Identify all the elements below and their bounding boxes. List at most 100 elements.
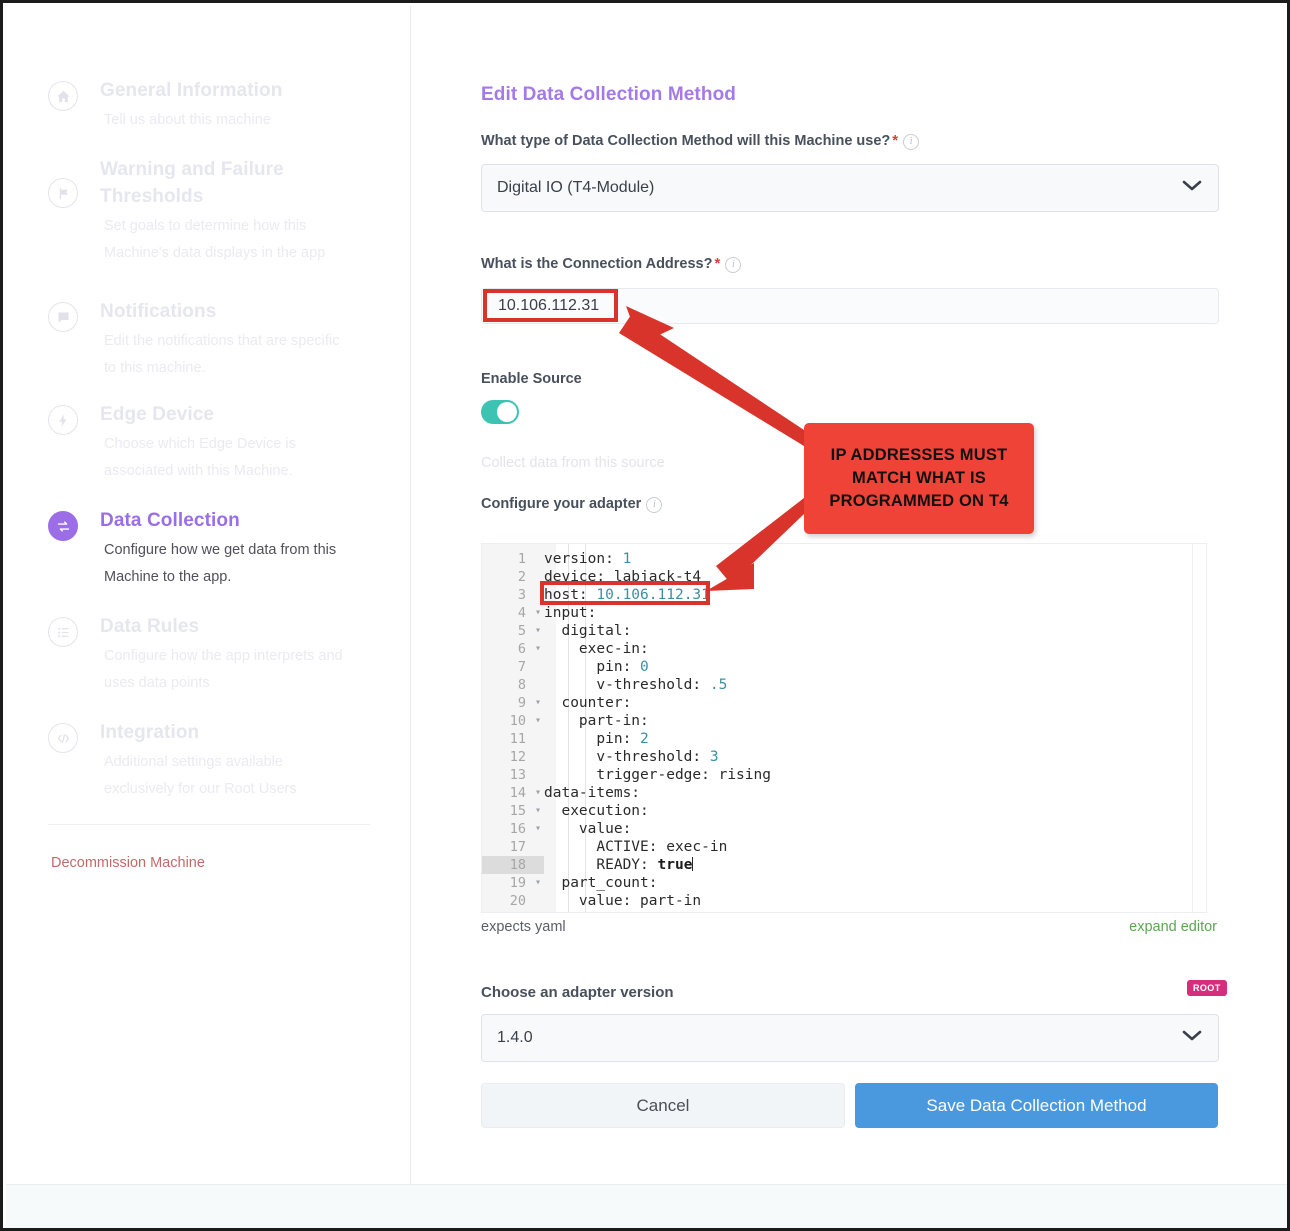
- editor-line-number: 11: [509, 731, 526, 747]
- editor-line-text: trigger-edge: rising: [544, 767, 771, 783]
- editor-line-number: 18: [509, 857, 526, 873]
- editor-line[interactable]: 8 v-threshold: .5: [482, 676, 1206, 694]
- editor-line-text: exec-in:: [544, 641, 649, 657]
- editor-line-number: 19: [509, 875, 526, 891]
- data-collection-method-select[interactable]: Digital IO (T4-Module): [481, 164, 1219, 212]
- editor-line[interactable]: 3 host: 10.106.112.31: [482, 586, 1206, 604]
- fold-triangle-icon[interactable]: ▾: [532, 604, 544, 622]
- save-data-collection-method-button[interactable]: Save Data Collection Method: [855, 1083, 1218, 1128]
- fold-triangle-icon[interactable]: ▾: [532, 694, 544, 712]
- editor-line[interactable]: 18 READY: true: [482, 856, 1206, 874]
- editor-line-number: 17: [509, 839, 526, 855]
- editor-line[interactable]: 13 trigger-edge: rising: [482, 766, 1206, 784]
- address-label-text: What is the Connection Address?: [481, 256, 713, 272]
- editor-line-number: 2: [517, 569, 526, 585]
- decommission-machine-link[interactable]: Decommission Machine: [51, 853, 205, 873]
- fold-triangle-icon[interactable]: ▾: [532, 874, 544, 892]
- editor-line[interactable]: 9 ▾ counter:: [482, 694, 1206, 712]
- required-marker: *: [714, 255, 721, 272]
- editor-line[interactable]: 20 value: part-in: [482, 892, 1206, 910]
- page-title: Edit Data Collection Method: [481, 84, 736, 105]
- method-label-text: What type of Data Collection Method will…: [481, 133, 891, 149]
- expects-yaml-note: expects yaml: [481, 919, 566, 935]
- sidebar-item-desc: Set goals to determine how this Machine'…: [104, 218, 326, 261]
- chevron-down-icon: [1182, 179, 1202, 197]
- fold-triangle-icon[interactable]: ▾: [532, 712, 544, 730]
- info-icon[interactable]: i: [725, 257, 742, 273]
- cancel-button[interactable]: Cancel: [481, 1083, 845, 1128]
- connection-address-input[interactable]: 10.106.112.31: [481, 288, 1219, 324]
- editor-line-text: part_count:: [544, 875, 658, 891]
- editor-line[interactable]: 7 pin: 0: [482, 658, 1206, 676]
- adapter-version-value: 1.4.0: [497, 1029, 533, 1046]
- info-icon[interactable]: i: [646, 497, 663, 513]
- sidebar-item-text: Integration Additional settings availabl…: [100, 719, 350, 803]
- home-icon: [48, 81, 78, 111]
- editor-line-text: v-threshold: .5: [544, 677, 728, 693]
- fold-triangle-icon[interactable]: ▾: [532, 784, 544, 802]
- editor-line-number: 20: [509, 893, 526, 909]
- editor-line-number: 10: [509, 713, 526, 729]
- info-icon[interactable]: i: [903, 134, 920, 150]
- editor-line-number: 14: [509, 785, 526, 801]
- editor-line-number: 7: [517, 659, 526, 675]
- adapter-yaml-editor[interactable]: 1 version: 1 2 device: labjack-t4 3 host: 10.…: [481, 543, 1207, 913]
- editor-scrollbar[interactable]: [1192, 544, 1206, 912]
- editor-line-text: pin: 0: [544, 659, 649, 675]
- fold-triangle-icon[interactable]: ▾: [532, 802, 544, 820]
- editor-line[interactable]: 6 ▾ exec-in:: [482, 640, 1206, 658]
- connection-address-value: 10.106.112.31: [498, 297, 600, 314]
- adapter-version-select[interactable]: 1.4.0: [481, 1014, 1219, 1062]
- editor-line-text: value:: [544, 821, 632, 837]
- sidebar-item-title: Edge Device: [100, 404, 215, 425]
- sidebar-item-desc: Edit the notifications that are specific…: [104, 333, 340, 376]
- editor-line[interactable]: 17 ACTIVE: exec-in: [482, 838, 1206, 856]
- sidebar-item-text: Notifications Edit the notifications tha…: [100, 298, 350, 382]
- lightning-bolt-icon: [48, 405, 78, 435]
- adapter-label-text: Configure your adapter: [481, 496, 642, 512]
- sidebar-item-desc: Additional settings available exclusivel…: [104, 754, 297, 797]
- sidebar-item-title: Integration: [100, 722, 200, 743]
- editor-line-text: counter:: [544, 695, 632, 711]
- editor-line[interactable]: 14 ▾ data-items:: [482, 784, 1206, 802]
- method-field-label: What type of Data Collection Method will…: [481, 132, 920, 150]
- root-badge: ROOT: [1187, 980, 1227, 996]
- editor-line[interactable]: 1 version: 1: [482, 550, 1206, 568]
- chat-bubble-icon: [48, 302, 78, 332]
- editor-line[interactable]: 15 ▾ execution:: [482, 802, 1206, 820]
- editor-line-number: 12: [509, 749, 526, 765]
- editor-line[interactable]: 4 ▾ input:: [482, 604, 1206, 622]
- editor-line-number: 15: [509, 803, 526, 819]
- collect-data-note: Collect data from this source: [481, 455, 665, 471]
- sidebar-item-text: Edge Device Choose which Edge Device is …: [100, 401, 350, 485]
- editor-line[interactable]: 16 ▾ value:: [482, 820, 1206, 838]
- sidebar-item-desc: Configure how the app interprets and use…: [104, 648, 343, 691]
- editor-line-text: input:: [544, 605, 597, 621]
- settings-sidebar: General Information Tell us about this m…: [6, 6, 410, 1184]
- editor-line[interactable]: 2 device: labjack-t4: [482, 568, 1206, 586]
- transfer-arrows-icon: [48, 511, 78, 541]
- editor-line-text: part-in:: [544, 713, 649, 729]
- editor-line-number: 3: [517, 587, 526, 603]
- address-field-label: What is the Connection Address? * i: [481, 255, 742, 273]
- fold-triangle-icon[interactable]: ▾: [532, 640, 544, 658]
- editor-line[interactable]: 5 ▾ digital:: [482, 622, 1206, 640]
- expand-editor-link[interactable]: expand editor: [1129, 919, 1217, 935]
- editor-line[interactable]: 12 v-threshold: 3: [482, 748, 1206, 766]
- editor-line[interactable]: 19 ▾ part_count:: [482, 874, 1206, 892]
- editor-line-text: data-items:: [544, 785, 641, 801]
- sidebar-item-title: Data Rules: [100, 616, 200, 637]
- toggle-knob: [497, 402, 517, 422]
- sidebar-item-title: Warning and Failure Thresholds: [100, 159, 284, 207]
- fold-triangle-icon[interactable]: ▾: [532, 622, 544, 640]
- editor-line[interactable]: 11 pin: 2: [482, 730, 1206, 748]
- editor-line[interactable]: 10 ▾ part-in:: [482, 712, 1206, 730]
- sidebar-item-desc: Choose which Edge Device is associated w…: [104, 436, 296, 479]
- sidebar-item-title: General Information: [100, 80, 283, 101]
- editor-line-number: 9: [517, 695, 526, 711]
- fold-triangle-icon[interactable]: ▾: [532, 820, 544, 838]
- editor-line-text: ACTIVE: exec-in: [544, 839, 728, 855]
- editor-line-text: READY: true: [544, 857, 694, 873]
- page: General Information Tell us about this m…: [6, 6, 1287, 1228]
- enable-source-toggle[interactable]: [481, 400, 519, 424]
